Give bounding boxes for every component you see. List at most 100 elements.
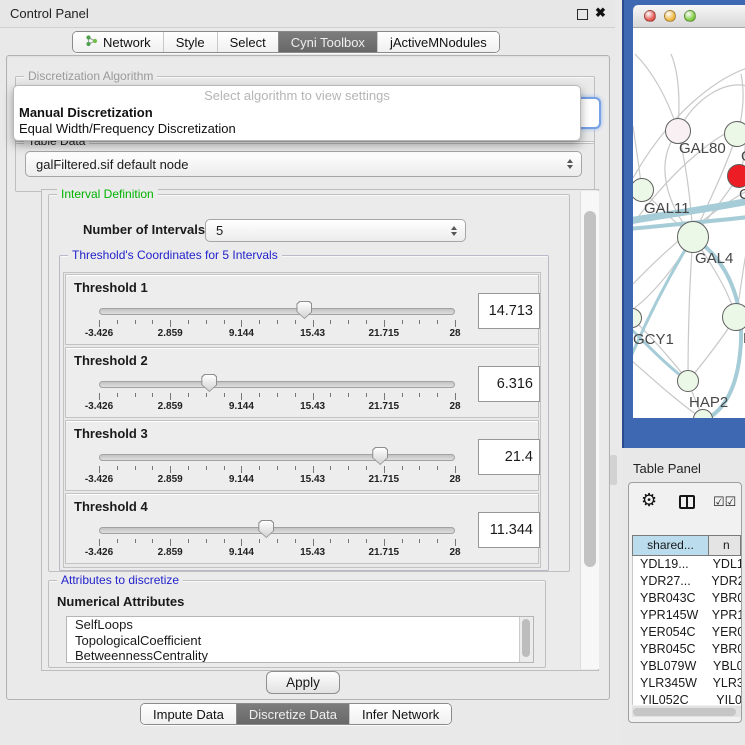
list-item[interactable]: SelfLoops (67, 617, 533, 633)
list-item[interactable]: BetweennessCentrality (67, 648, 533, 663)
threshold-slider[interactable]: -3.4262.8599.14415.4321.71528 (66, 275, 538, 344)
table-row[interactable]: YBR043CYBR0 (633, 590, 741, 607)
column-header-shared-name[interactable]: shared... (632, 535, 709, 556)
tick-mark (366, 320, 367, 324)
threshold-value-field[interactable]: 11.344 (478, 512, 540, 548)
slider-track[interactable] (99, 454, 455, 461)
threshold-list: Threshold 1 -3.4262.8599.14415.4321.7152… (63, 272, 541, 568)
tick-mark (419, 393, 420, 397)
node-G-top[interactable] (724, 121, 745, 147)
table-row[interactable]: YDR27...YDR2 (633, 573, 741, 590)
tick-mark (348, 539, 349, 543)
node-HAP2[interactable] (677, 370, 699, 392)
table-row[interactable]: YBL079WYBL0 (633, 658, 741, 675)
tick-mark (99, 466, 100, 473)
tick-mark (455, 320, 456, 327)
table-row[interactable]: YLR345WYLR3 (633, 675, 741, 692)
tick-mark (152, 393, 153, 397)
table-row[interactable]: YDL19...YDL1 (633, 556, 741, 573)
threshold-value-field[interactable]: 6.316 (478, 366, 540, 402)
checkbox-icons[interactable]: ☑☑ (713, 494, 736, 510)
splitter-handle[interactable] (610, 455, 617, 485)
tick-mark (117, 466, 118, 470)
node-red[interactable] (727, 164, 745, 188)
slider-thumb[interactable] (372, 447, 388, 465)
dropdown-option-manual-discretization[interactable]: Manual Discretization (19, 105, 575, 121)
tab-cyni-toolbox[interactable]: Cyni Toolbox (278, 32, 377, 52)
tab-infer-network[interactable]: Infer Network (349, 704, 451, 724)
traffic-light-close[interactable] (644, 10, 656, 22)
group-title: Discretization Algorithm (24, 69, 157, 83)
tab-select[interactable]: Select (217, 32, 278, 52)
tick-label: 15.43 (300, 401, 325, 412)
tab-jactivemnodules[interactable]: jActiveMNodules (377, 32, 499, 52)
tick-mark (348, 320, 349, 324)
apply-button[interactable]: Apply (266, 671, 340, 694)
list-scrollbar[interactable] (519, 617, 533, 662)
tick-mark (241, 393, 242, 400)
slider-track[interactable] (99, 308, 455, 315)
threshold-slider[interactable]: -3.4262.8599.14415.4321.71528 (66, 421, 538, 490)
traffic-light-zoom[interactable] (684, 10, 696, 22)
horizontal-scrollbar[interactable] (632, 706, 741, 717)
numerical-attributes-label: Numerical Attributes (57, 594, 184, 609)
list-scrollbar-thumb[interactable] (522, 619, 530, 657)
cell-shared-name: YDL19... (633, 556, 704, 573)
node-H[interactable] (722, 303, 745, 331)
tick-mark (241, 539, 242, 546)
number-of-intervals-combobox[interactable]: 5 (205, 219, 466, 242)
node-GAL4[interactable] (677, 221, 709, 253)
tick-label: 2.859 (158, 547, 183, 558)
table-row[interactable]: YER054CYER0 (633, 624, 741, 641)
tick-mark (224, 539, 225, 543)
slider-track[interactable] (99, 381, 455, 388)
tab-network[interactable]: Network (73, 32, 163, 52)
table-data-combobox[interactable]: galFiltered.sif default node (25, 151, 582, 177)
thresholds-coordinates-group: Threshold's Coordinates for 5 Intervals … (59, 255, 549, 571)
network-window-titlebar[interactable] (633, 5, 745, 28)
slider-thumb[interactable] (258, 520, 274, 538)
tick-mark (152, 466, 153, 470)
split-column-icon[interactable] (679, 495, 695, 509)
gear-icon[interactable]: ⚙ (641, 490, 657, 511)
slider-thumb[interactable] (201, 374, 217, 392)
cell-name: YDL1 (704, 556, 741, 573)
slider-thumb-face (373, 448, 387, 464)
tick-mark (348, 466, 349, 470)
table-row[interactable]: YPR145WYPR1 (633, 607, 741, 624)
table-row[interactable]: YIL052CYIL0 (633, 692, 741, 705)
vertical-scrollbar[interactable] (580, 191, 599, 669)
tab-impute-data[interactable]: Impute Data (141, 704, 236, 724)
float-window-icon[interactable] (577, 9, 588, 20)
dropdown-option-equal-width-frequency[interactable]: Equal Width/Frequency Discretization (19, 121, 575, 137)
list-item[interactable]: TopologicalCoefficient (67, 633, 533, 649)
tick-mark (330, 466, 331, 470)
threshold-slider[interactable]: -3.4262.8599.14415.4321.71528 (66, 494, 538, 563)
column-header-name[interactable]: n (709, 535, 741, 556)
horizontal-scrollbar-thumb[interactable] (633, 708, 736, 716)
table-row[interactable]: YBR045CYBR0 (633, 641, 741, 658)
tick-mark (295, 466, 296, 470)
tick-mark (259, 466, 260, 470)
node-label: C (739, 186, 745, 203)
network-canvas[interactable]: GAL80G.CGAL11GAL4GCY1HHAP2 (633, 28, 745, 418)
numerical-attributes-list[interactable]: SelfLoopsTopologicalCoefficientBetweenne… (66, 616, 534, 663)
slider-track[interactable] (99, 527, 455, 534)
tab-discretize-data[interactable]: Discretize Data (236, 704, 349, 724)
cell-shared-name: YER054C (633, 624, 703, 641)
cell-name: YBL0 (704, 658, 741, 675)
tick-label: 28 (449, 401, 460, 412)
vertical-scrollbar-thumb[interactable] (584, 211, 596, 567)
cyni-mode-tabs: Impute DataDiscretize DataInfer Network (140, 703, 452, 725)
threshold-slider[interactable]: -3.4262.8599.14415.4321.71528 (66, 348, 538, 417)
tick-mark (259, 539, 260, 543)
threshold-value-field[interactable]: 14.713 (478, 293, 540, 329)
traffic-light-minimize[interactable] (664, 10, 676, 22)
threshold-value-field[interactable]: 21.4 (478, 439, 540, 475)
close-icon[interactable]: ✖ (595, 5, 606, 21)
stepper-icon (567, 159, 573, 169)
control-panel-tabs: NetworkStyleSelectCyni ToolboxjActiveMNo… (72, 31, 500, 53)
slider-thumb[interactable] (296, 301, 312, 319)
tab-style[interactable]: Style (163, 32, 217, 52)
cell-name: YPR1 (703, 607, 741, 624)
